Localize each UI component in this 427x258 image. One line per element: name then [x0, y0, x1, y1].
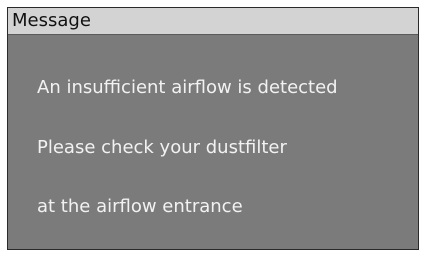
dialog-title: Message — [12, 10, 91, 31]
message-dialog: Message An insufficient airflow is detec… — [7, 7, 419, 250]
dialog-title-bar: Message — [8, 8, 418, 35]
message-line-1: An insufficient airflow is detected — [37, 77, 338, 98]
message-line-2: Please check your dustfilter — [37, 137, 287, 158]
message-line-3: at the airflow entrance — [37, 196, 243, 217]
